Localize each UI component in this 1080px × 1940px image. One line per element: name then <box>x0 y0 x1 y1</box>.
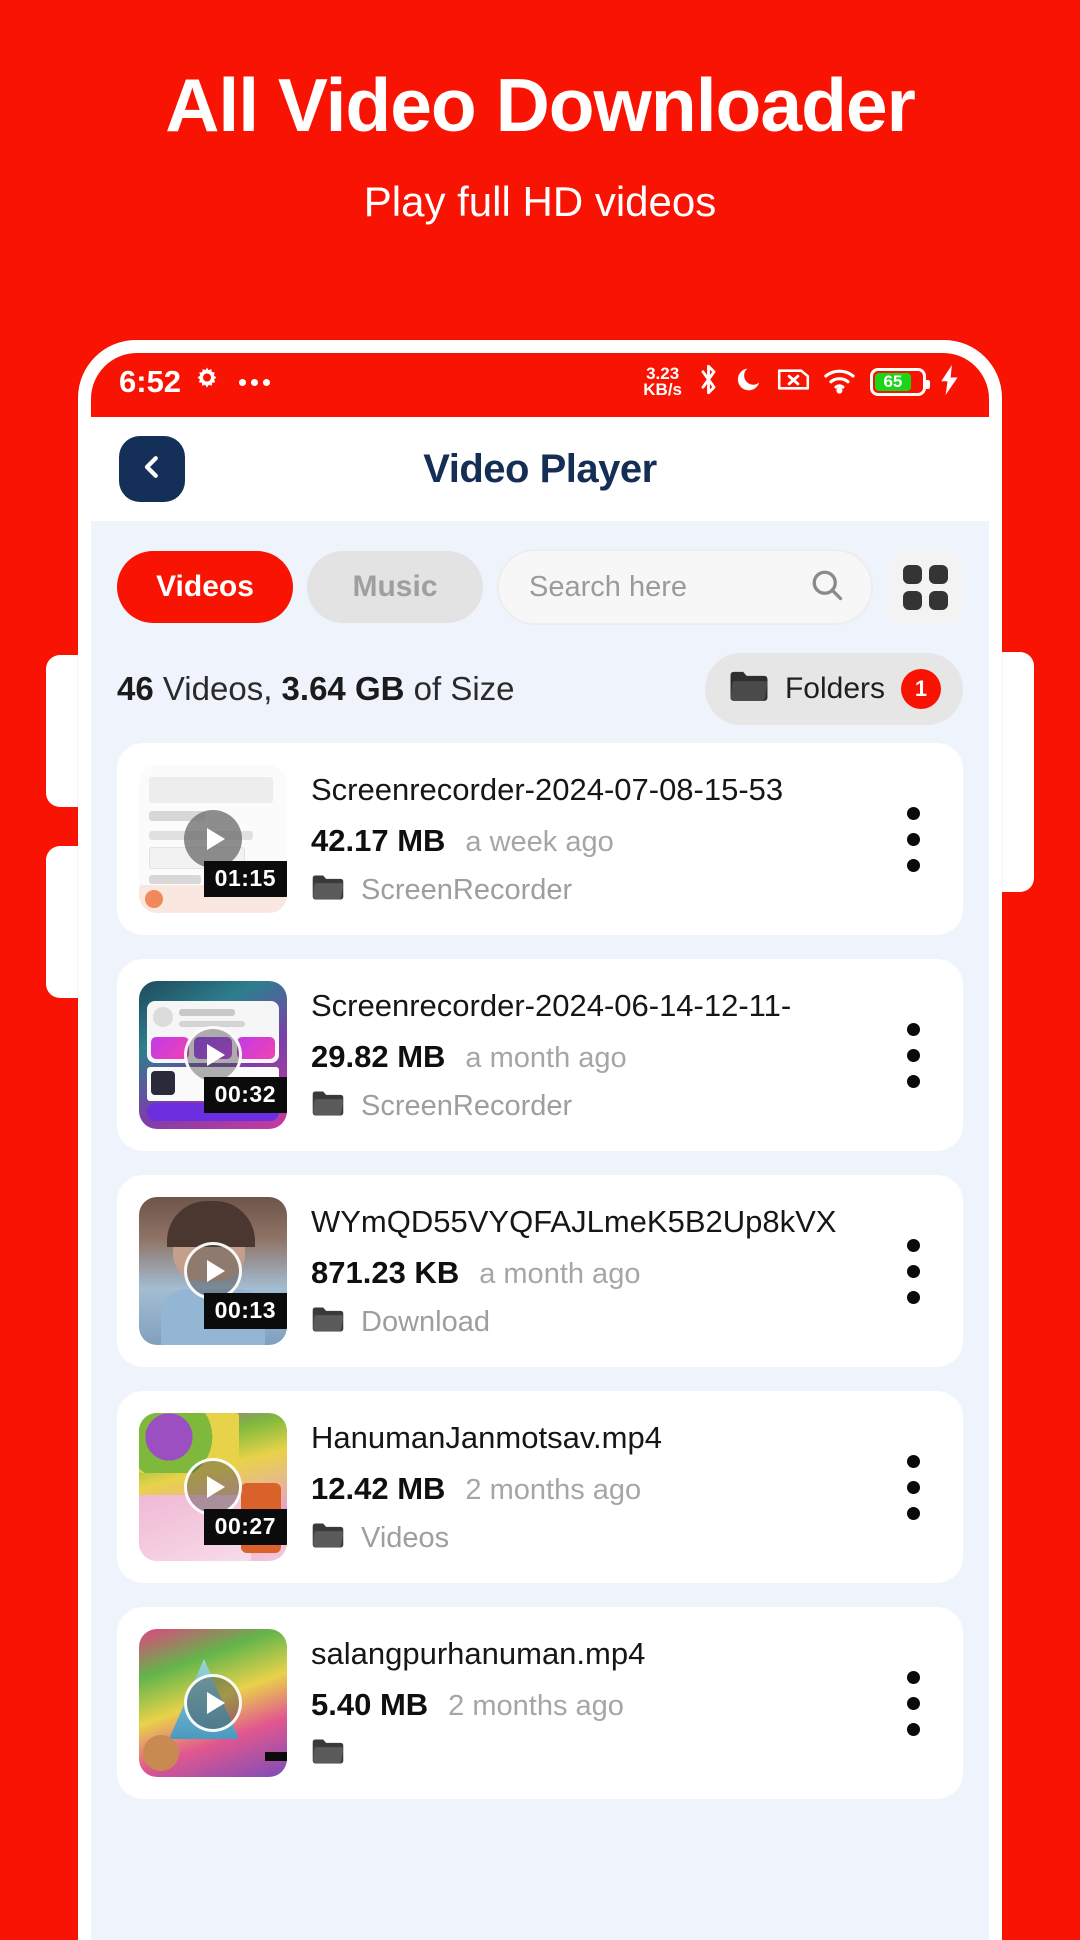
network-speed-indicator: 3.23 KB/s <box>643 365 682 399</box>
video-duration: 01:15 <box>203 861 287 897</box>
play-icon <box>184 810 242 868</box>
video-age: a week ago <box>465 825 614 858</box>
list-item[interactable]: 01:15 Screenrecorder-2024-07-08-15-53 42… <box>117 743 963 935</box>
video-options-button[interactable] <box>885 1670 941 1736</box>
library-summary: 46 Videos, 3.64 GB of Size <box>117 670 515 708</box>
controls-row: Videos Music Search here <box>91 521 989 635</box>
video-title: Screenrecorder-2024-06-14-12-11- <box>311 987 792 1023</box>
video-options-button[interactable] <box>885 1238 941 1304</box>
video-age: a month ago <box>479 1257 641 1290</box>
play-icon <box>184 1242 242 1300</box>
folder-icon <box>311 1738 345 1771</box>
video-count-label: Videos, <box>162 670 273 707</box>
video-options-button[interactable] <box>885 806 941 872</box>
more-dots-icon <box>239 378 271 386</box>
video-options-button[interactable] <box>885 1454 941 1520</box>
phone-screen: 6:52 3.23 KB/s 65 Video Player Videos Mu… <box>91 353 989 1940</box>
sim-x-icon <box>777 366 810 398</box>
video-age: a month ago <box>465 1041 627 1074</box>
play-icon <box>184 1026 242 1084</box>
video-size: 29.82 MB <box>311 1038 446 1074</box>
play-icon <box>184 1458 242 1516</box>
back-button[interactable] <box>119 436 185 502</box>
search-placeholder: Search here <box>529 570 687 603</box>
tab-videos[interactable]: Videos <box>117 551 293 623</box>
search-input[interactable]: Search here <box>497 549 873 625</box>
video-duration: 00:27 <box>203 1509 287 1545</box>
stats-row: 46 Videos, 3.64 GB of Size Folders 1 <box>91 635 989 735</box>
video-options-button[interactable] <box>885 1022 941 1088</box>
status-clock: 6:52 <box>119 364 182 399</box>
video-duration: 00:13 <box>203 1293 287 1329</box>
folder-icon <box>311 874 345 907</box>
folders-badge: 1 <box>901 669 941 709</box>
video-thumbnail[interactable] <box>139 1629 287 1777</box>
video-title: Screenrecorder-2024-07-08-15-53 <box>311 771 784 807</box>
battery-percent: 65 <box>883 372 903 391</box>
video-folder: ScreenRecorder <box>361 1089 573 1122</box>
folder-icon <box>311 1306 345 1339</box>
play-icon <box>184 1674 242 1732</box>
network-speed-unit: KB/s <box>643 380 682 399</box>
video-age: 2 months ago <box>448 1689 624 1722</box>
list-item[interactable]: 00:32 Screenrecorder-2024-06-14-12-11- 2… <box>117 959 963 1151</box>
video-size: 12.42 MB <box>311 1470 446 1506</box>
video-title: HanumanJanmotsav.mp4 <box>311 1419 662 1455</box>
list-item[interactable]: 00:27 HanumanJanmotsav.mp4 12.42 MB 2 mo… <box>117 1391 963 1583</box>
video-folder: Download <box>361 1305 490 1338</box>
video-title: WYmQD55VYQFAJLmeK5B2Up8kVX <box>311 1203 837 1239</box>
folder-icon <box>311 1090 345 1123</box>
search-icon[interactable] <box>809 567 845 608</box>
list-item[interactable]: salangpurhanuman.mp4 5.40 MB 2 months ag… <box>117 1607 963 1799</box>
video-size: 5.40 MB <box>311 1686 429 1722</box>
video-duration <box>265 1752 287 1761</box>
video-folder: Videos <box>361 1521 450 1554</box>
battery-indicator: 65 <box>870 368 930 396</box>
video-size: 871.23 KB <box>311 1254 460 1290</box>
video-title: salangpurhanuman.mp4 <box>311 1635 646 1671</box>
folders-label: Folders <box>784 672 885 705</box>
video-folder: ScreenRecorder <box>361 873 573 906</box>
grid-view-icon <box>902 564 948 610</box>
video-thumbnail[interactable]: 00:32 <box>139 981 287 1129</box>
moon-icon <box>735 365 764 399</box>
total-size-label: of Size <box>413 670 515 707</box>
lightning-bolt-icon <box>939 364 961 400</box>
page-subtitle: Play full HD videos <box>363 178 717 225</box>
video-count: 46 <box>117 670 154 707</box>
folder-icon <box>311 1522 345 1555</box>
app-bar: Video Player <box>91 417 989 521</box>
bluetooth-icon <box>695 363 722 401</box>
video-age: 2 months ago <box>465 1473 642 1506</box>
phone-mockup: 6:52 3.23 KB/s 65 Video Player Videos Mu… <box>78 340 1002 1940</box>
total-size: 3.64 GB <box>281 670 405 707</box>
folder-icon <box>729 670 769 709</box>
video-thumbnail[interactable]: 01:15 <box>139 765 287 913</box>
video-thumbnail[interactable]: 00:13 <box>139 1197 287 1345</box>
list-item[interactable]: 00:13 WYmQD55VYQFAJLmeK5B2Up8kVX 871.23 … <box>117 1175 963 1367</box>
video-size: 42.17 MB <box>311 822 446 858</box>
grid-view-button[interactable] <box>887 549 963 625</box>
page-title: All Video Downloader <box>165 63 916 147</box>
wifi-icon <box>823 366 857 399</box>
app-bar-title: Video Player <box>423 446 657 491</box>
video-list: 01:15 Screenrecorder-2024-07-08-15-53 42… <box>91 735 989 1799</box>
tab-music[interactable]: Music <box>307 551 483 623</box>
video-thumbnail[interactable]: 00:27 <box>139 1413 287 1561</box>
gear-icon <box>192 365 222 400</box>
video-duration: 00:32 <box>203 1077 287 1113</box>
folders-button[interactable]: Folders 1 <box>704 653 963 725</box>
status-bar: 6:52 3.23 KB/s 65 <box>91 353 989 417</box>
chevron-left-icon <box>137 452 167 487</box>
